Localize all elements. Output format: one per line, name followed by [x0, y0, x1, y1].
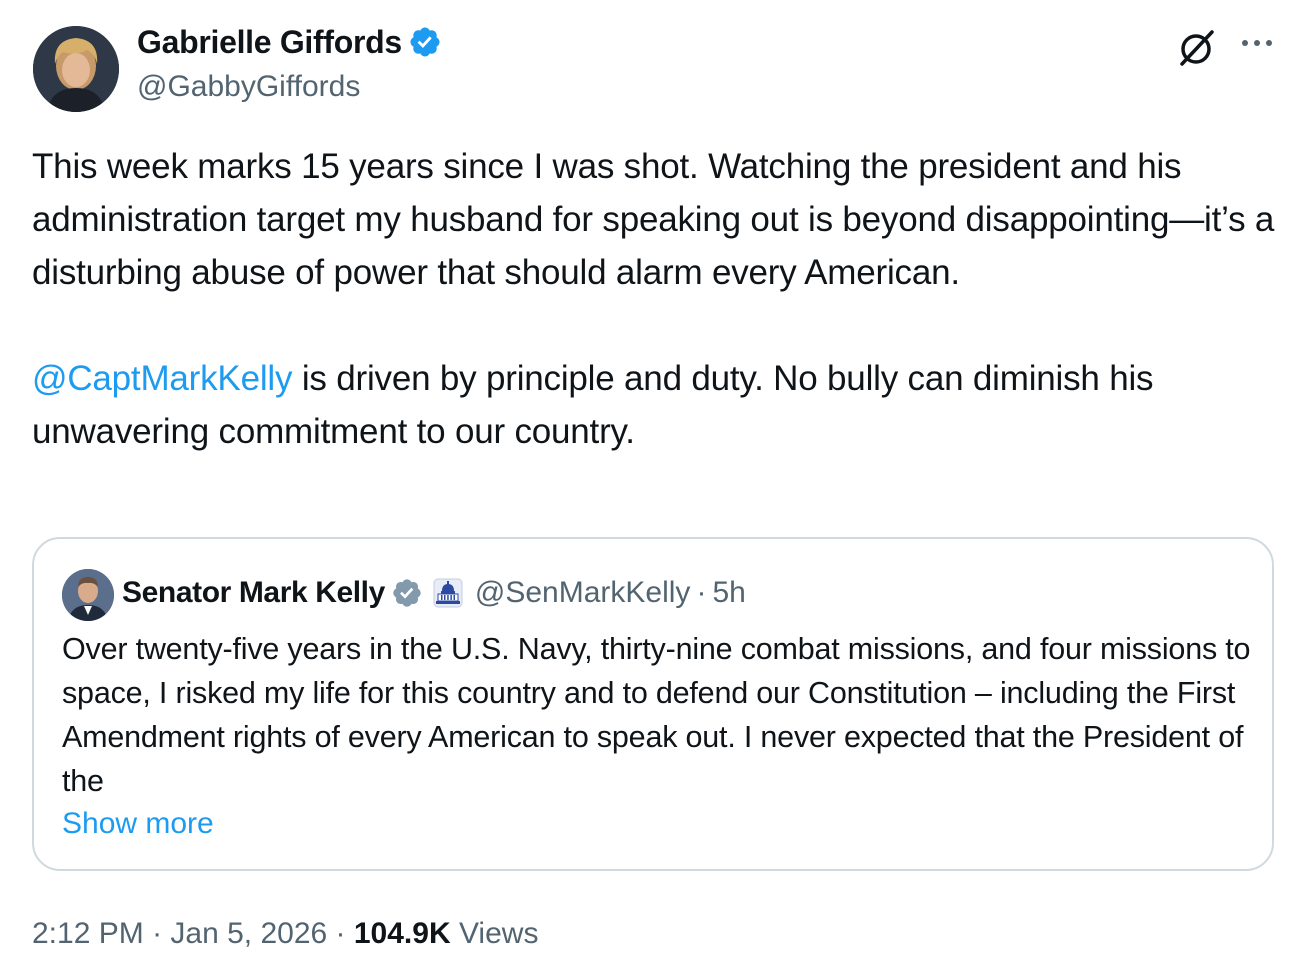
quoted-tweet-text: Over twenty-five years in the U.S. Navy,…	[62, 627, 1252, 803]
show-more-link[interactable]: Show more	[62, 802, 214, 846]
verified-badge-icon	[408, 25, 442, 59]
more-options-icon[interactable]	[1238, 27, 1278, 57]
quoted-timestamp[interactable]: 5h	[712, 573, 745, 613]
author-name-text[interactable]: Gabrielle Giffords	[137, 22, 402, 62]
quoted-text-body: Over twenty-five years in the U.S. Navy,…	[62, 632, 1251, 798]
quoted-author-name[interactable]: Senator Mark Kelly	[122, 573, 385, 613]
tweet-meta: 2:12 PM · Jan 5, 2026 · 104.9K Views	[32, 912, 538, 956]
meta-separator-1: ·	[143, 917, 171, 950]
grok-icon[interactable]	[1176, 27, 1218, 69]
author-avatar[interactable]	[33, 26, 119, 112]
quoted-author-avatar[interactable]	[62, 569, 114, 621]
quoted-author-handle[interactable]: @SenMarkKelly	[475, 573, 691, 613]
quoted-separator: ·	[696, 576, 707, 609]
views-count[interactable]: 104.9K	[354, 917, 451, 950]
views-label: Views	[450, 917, 539, 950]
tweet: Gabrielle Giffords @GabbyGiffords This w…	[0, 0, 1304, 980]
mention-link[interactable]: @CaptMarkKelly	[32, 359, 293, 398]
meta-separator-2: ·	[327, 917, 354, 950]
tweet-date[interactable]: Jan 5, 2026	[170, 917, 327, 950]
quoted-tweet[interactable]: Senator Mark Kelly @SenMarkKelly · 5h Ov…	[32, 537, 1274, 871]
government-verified-badge-icon	[391, 577, 423, 609]
tweet-paragraph-1: This week marks 15 years since I was sho…	[32, 147, 1275, 292]
tweet-paragraph-2: @CaptMarkKelly is driven by principle an…	[32, 352, 1282, 458]
tweet-time[interactable]: 2:12 PM	[32, 917, 144, 950]
author-name[interactable]: Gabrielle Giffords	[137, 22, 442, 62]
author-handle[interactable]: @GabbyGiffords	[137, 68, 360, 106]
quoted-header: Senator Mark Kelly @SenMarkKelly · 5h	[122, 573, 746, 613]
tweet-text: This week marks 15 years since I was sho…	[32, 140, 1282, 458]
capitol-icon[interactable]	[433, 578, 463, 608]
